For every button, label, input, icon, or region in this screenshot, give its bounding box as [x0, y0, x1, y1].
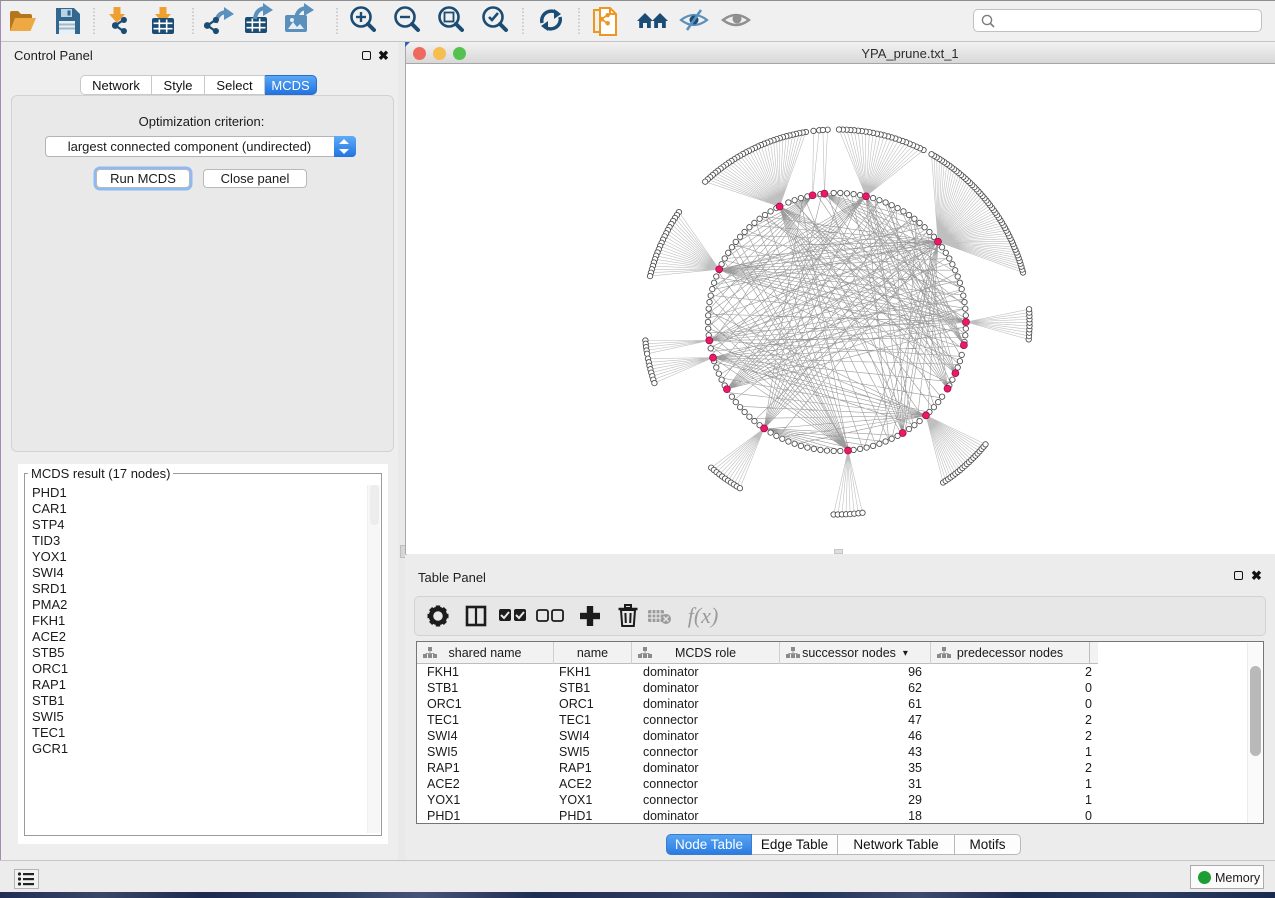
svg-text:f(x): f(x)	[688, 603, 719, 628]
